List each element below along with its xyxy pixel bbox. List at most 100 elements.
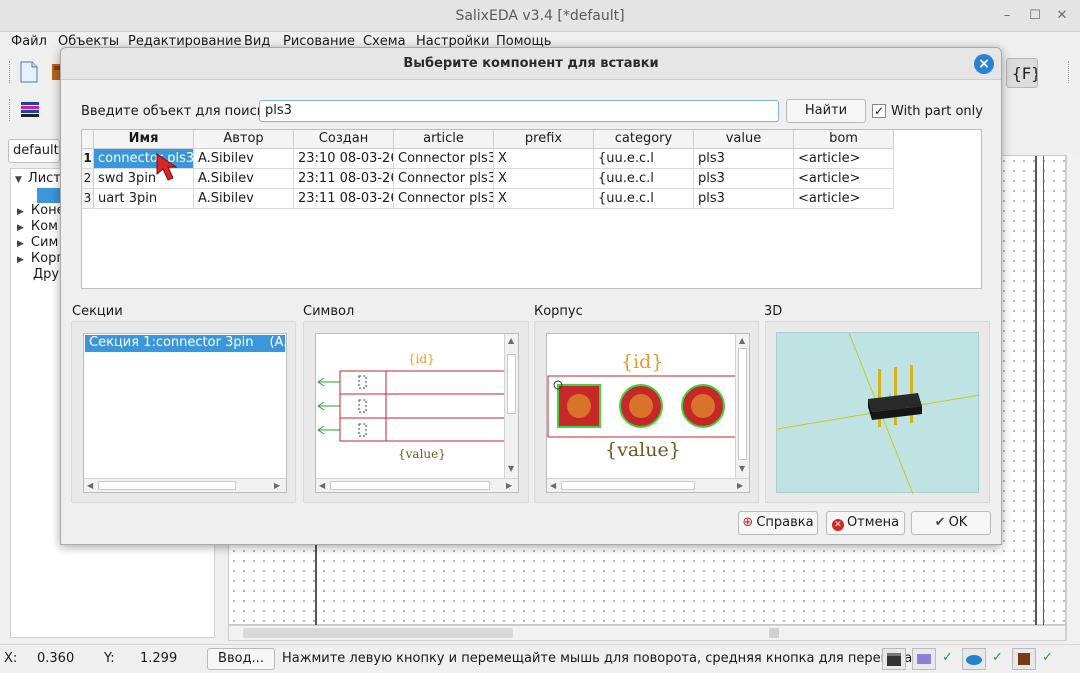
column-header-value[interactable]: value [694, 130, 794, 149]
mode-combo[interactable]: default [8, 139, 60, 163]
column-header-category[interactable]: category [594, 130, 694, 149]
table-cell-value[interactable]: pls3 [694, 189, 794, 209]
formula-tool-button[interactable]: {F} [1006, 58, 1041, 88]
svg-text:{F}: {F} [1012, 64, 1037, 83]
sections-list[interactable]: Секция 1:connector 3pin(A. ◀ ▶ [83, 333, 287, 493]
x-coordinate: 0.360 [37, 651, 75, 666]
view3d-pane [765, 321, 990, 503]
package-drawing: {id} {value} [547, 351, 735, 461]
table-cell-category[interactable]: {uu.e.c.l [594, 189, 694, 209]
table-cell-author[interactable]: A.Sibilev [194, 149, 294, 169]
x-label: X: [4, 651, 18, 666]
component-insert-dialog: Выберите компонент для вставки × Введите… [60, 47, 1002, 545]
scroll-thumb[interactable] [507, 354, 516, 414]
table-cell-bom[interactable]: <article> [794, 149, 894, 169]
column-header-prefix[interactable]: prefix [494, 130, 594, 149]
mouse-cursor-icon [156, 153, 178, 181]
tree-item-sheet[interactable]: ▼ Лист [15, 171, 61, 186]
table-cell-category[interactable]: {uu.e.c.l [594, 169, 694, 189]
formula-icon: {F} [1012, 64, 1041, 83]
corner-header [82, 130, 94, 149]
table-cell-bom[interactable]: <article> [794, 189, 894, 209]
cloud-icon[interactable] [962, 648, 986, 670]
package-vertical-scrollbar[interactable]: ▲ ▼ [735, 334, 749, 478]
scroll-thumb[interactable] [738, 348, 747, 460]
status-message: Нажмите левую кнопку и перемещайте мышь … [282, 651, 913, 666]
row-number: 2 [82, 169, 94, 189]
table-cell-author[interactable]: A.Sibilev [194, 169, 294, 189]
maximize-icon[interactable]: ☐ [1025, 6, 1045, 26]
window-title: SalixEDA v3.4 [*default] [455, 8, 625, 24]
canvas-vertical-scrollbar[interactable] [1066, 155, 1080, 641]
canvas-horizontal-scrollbar[interactable] [228, 625, 1066, 641]
tree-item-symbols[interactable]: ▶ Сим [17, 235, 58, 250]
table-cell-article[interactable]: Connector pls3 [394, 189, 494, 209]
check-icon: ✓ [942, 650, 953, 665]
view3d-viewport[interactable] [776, 332, 981, 495]
menu-file[interactable]: Файл [11, 34, 47, 49]
column-header-author[interactable]: Автор [194, 130, 294, 149]
table-cell-article[interactable]: Connector pls3 [394, 169, 494, 189]
table-cell-article[interactable]: Connector pls3 [394, 149, 494, 169]
layers-icon[interactable] [20, 100, 42, 120]
new-document-icon[interactable] [18, 60, 40, 84]
tree-item-connectors[interactable]: ▶ Коне [17, 203, 65, 218]
results-table: Имя Автор Создан article prefix category… [81, 129, 982, 289]
scroll-thumb[interactable] [98, 481, 236, 490]
column-header-created[interactable]: Создан [294, 130, 394, 149]
help-button[interactable]: ⊕ Справка [738, 511, 818, 535]
dialog-title: Выберите компонент для вставки [403, 56, 659, 71]
sections-horizontal-scrollbar[interactable]: ◀ ▶ [84, 478, 286, 492]
table-cell-author[interactable]: A.Sibilev [194, 189, 294, 209]
symbol-vertical-scrollbar[interactable]: ▲ ▼ [504, 334, 518, 478]
tree-item-packages[interactable]: ▶ Корп [17, 251, 65, 266]
table-cell-created[interactable]: 23:11 08-03-26 [294, 189, 394, 209]
scroll-thumb[interactable] [769, 628, 779, 638]
render-icon[interactable] [912, 648, 936, 670]
table-cell-value[interactable]: pls3 [694, 149, 794, 169]
scroll-thumb[interactable] [561, 481, 695, 490]
scroll-thumb[interactable] [243, 628, 513, 638]
ok-button[interactable]: ✔ OK [911, 511, 991, 535]
close-window-icon[interactable]: ✕ [1052, 6, 1072, 26]
svg-text:{value}: {value} [398, 447, 446, 461]
table-cell-value[interactable]: pls3 [694, 169, 794, 189]
library-icon[interactable] [1012, 648, 1036, 670]
tree-item-selected[interactable] [37, 188, 61, 203]
table-cell-created[interactable]: 23:11 08-03-26 [294, 169, 394, 189]
cancel-button[interactable]: ✕ Отмена [826, 511, 905, 535]
help-icon: ⊕ [742, 515, 754, 530]
column-header-name[interactable]: Имя [94, 130, 194, 149]
table-cell-created[interactable]: 23:10 08-03-26 [294, 149, 394, 169]
dialog-close-icon[interactable]: × [974, 54, 994, 74]
table-cell-name[interactable]: uart 3pin [94, 189, 194, 209]
symbol-pane: {id} {value} ▲ ▼ ◀ ▶ [303, 321, 529, 503]
svg-text:{id}: {id} [408, 352, 435, 366]
tree-item-components[interactable]: ▶ Ком [17, 219, 58, 234]
input-button[interactable]: Ввод... [207, 648, 275, 670]
window-titlebar: SalixEDA v3.4 [*default] – ☐ ✕ [0, 0, 1080, 32]
search-input[interactable]: pls3 [259, 100, 779, 122]
column-header-article[interactable]: article [394, 130, 494, 149]
find-button[interactable]: Найти [786, 99, 866, 123]
package-horizontal-scrollbar[interactable]: ◀ ▶ [547, 478, 749, 492]
section-item[interactable]: Секция 1:connector 3pin(A. [85, 335, 285, 352]
table-cell-bom[interactable]: <article> [794, 169, 894, 189]
table-cell-prefix[interactable]: X [494, 189, 594, 209]
with-part-only-checkbox[interactable]: ✓ [872, 104, 886, 118]
scroll-thumb[interactable] [330, 481, 490, 490]
package-preview[interactable]: {id} {value} ▲ ▼ ◀ ▶ [546, 333, 750, 493]
table-cell-prefix[interactable]: X [494, 169, 594, 189]
row-number: 3 [82, 189, 94, 209]
symbol-preview[interactable]: {id} {value} ▲ ▼ ◀ ▶ [315, 333, 519, 493]
connector-3d-model [776, 332, 981, 495]
tree-item-other[interactable]: Дру [33, 267, 59, 282]
clapper-icon[interactable] [882, 648, 906, 670]
symbol-drawing: {id} {value} [317, 352, 504, 461]
table-cell-prefix[interactable]: X [494, 149, 594, 169]
symbol-horizontal-scrollbar[interactable]: ◀ ▶ [316, 478, 518, 492]
column-header-bom[interactable]: bom [794, 130, 894, 149]
ok-check-icon: ✔ [934, 515, 946, 530]
table-cell-category[interactable]: {uu.e.c.l [594, 149, 694, 169]
minimize-icon[interactable]: – [997, 6, 1017, 26]
